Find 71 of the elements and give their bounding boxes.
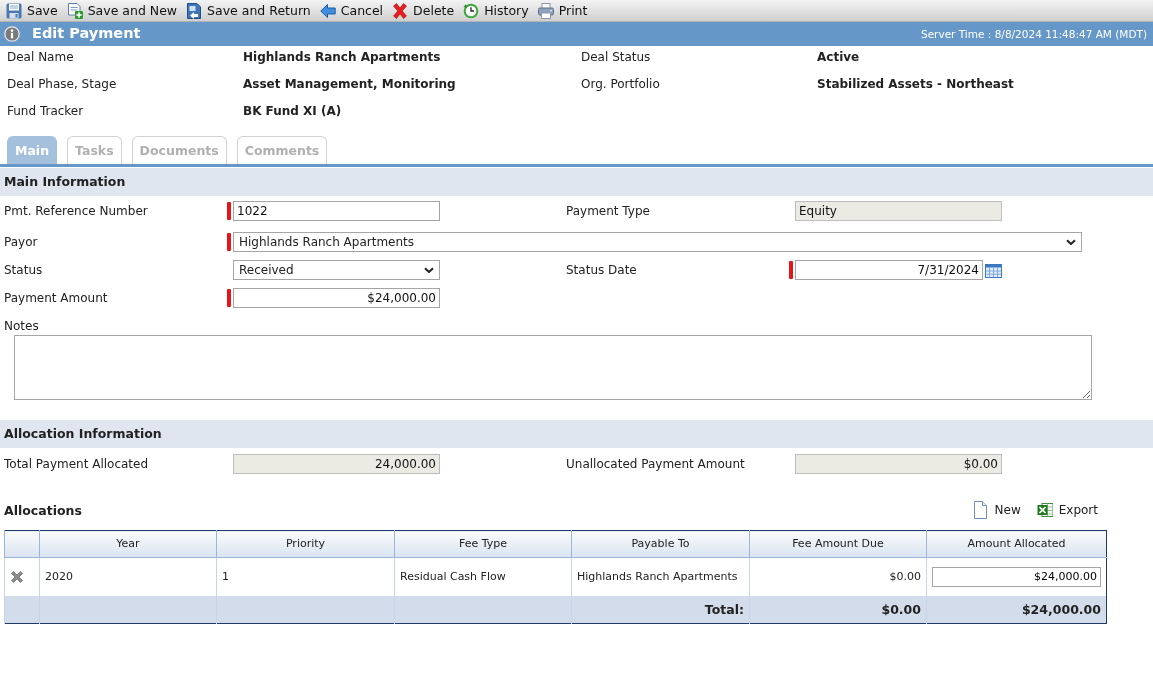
select-field[interactable]: Received [233, 260, 440, 280]
section-title: Allocations [4, 502, 82, 518]
column-header: Fee Type [394, 530, 572, 558]
notes-field[interactable] [14, 335, 1092, 400]
field-value: BK Fund XI (A) [243, 104, 343, 118]
toolbar-button[interactable]: Print [535, 0, 595, 21]
action-button[interactable]: New [969, 501, 1023, 519]
table-cell: Highlands Ranch Apartments [571, 557, 750, 596]
input-field[interactable]: $24,000.00 [233, 288, 440, 308]
table-cell: 1 [216, 557, 395, 596]
toolbar-button[interactable]: Save and Return [184, 0, 318, 21]
readonly-field: 24,000.00 [233, 454, 440, 474]
table-cell: 2020 [39, 557, 217, 596]
field-label: Status [4, 262, 44, 278]
field-label: Pmt. Reference Number [4, 203, 149, 219]
toolbar-button[interactable]: Delete [390, 0, 462, 21]
total-label: Total: [571, 595, 750, 624]
save-icon [6, 2, 22, 19]
chevron-down-icon [424, 267, 434, 273]
action-button[interactable]: Export [1034, 501, 1100, 519]
document-arrow-icon [186, 2, 203, 19]
input-field[interactable]: 7/31/2024 [795, 260, 983, 280]
section-header: Main Information [0, 168, 1153, 196]
page-title: Edit Payment [32, 25, 141, 43]
arrow-left-icon [319, 2, 336, 19]
toolbar-button[interactable]: History [461, 0, 536, 21]
field-label: Payment Amount [4, 290, 109, 306]
field-label: Payment Type [566, 203, 651, 219]
field-label: Deal Status [581, 50, 652, 64]
input-field[interactable]: 1022 [233, 201, 440, 221]
cross-icon [392, 2, 409, 19]
toolbar-button[interactable]: Save [4, 0, 65, 21]
column-header: Amount Allocated [926, 530, 1107, 558]
toolbar-button[interactable]: Save and New [64, 0, 185, 21]
column-header: Priority [216, 530, 395, 558]
field-label: Unallocated Payment Amount [566, 456, 746, 472]
column-header: Fee Amount Due [749, 530, 927, 558]
section-header: Allocation Information [0, 420, 1153, 448]
column-header: Payable To [571, 530, 750, 558]
document-plus-icon [66, 2, 83, 19]
toolbar-button[interactable]: Cancel [317, 0, 391, 21]
field-value: Asset Management, Monitoring [243, 77, 457, 91]
table-cell: $24,000.00 [926, 595, 1107, 624]
field-value: Highlands Ranch Apartments [243, 50, 442, 64]
printer-icon [537, 2, 554, 19]
field-label: Fund Tracker [7, 104, 85, 118]
select-field[interactable]: Highlands Ranch Apartments [233, 232, 1082, 252]
field-label: Org. Portfolio [581, 77, 661, 91]
readonly-field: Equity [795, 201, 1002, 221]
input-field[interactable]: $24,000.00 [932, 566, 1101, 587]
field-label: Deal Phase, Stage [7, 77, 118, 91]
field-label: Status Date [566, 262, 638, 278]
calendar-icon[interactable] [985, 262, 1002, 278]
delete-icon[interactable] [10, 569, 24, 584]
field-label: Payor [4, 234, 39, 250]
spreadsheet-icon [1036, 502, 1053, 518]
readonly-field: $0.00 [795, 454, 1002, 474]
chevron-down-icon [1066, 239, 1076, 245]
table-cell: $0.00 [749, 557, 927, 596]
field-label: Deal Name [7, 50, 75, 64]
info-icon [4, 26, 20, 42]
table-cell: $0.00 [749, 595, 927, 624]
document-icon [971, 501, 989, 519]
server-time: Server Time : 8/8/2024 11:48:47 AM (MDT) [921, 27, 1147, 41]
field-label: Notes [4, 318, 40, 333]
clock-icon [463, 2, 480, 19]
column-header: Year [39, 530, 217, 558]
field-label: Total Payment Allocated [4, 456, 150, 472]
table-cell: Residual Cash Flow [394, 557, 572, 596]
field-value: Active [817, 50, 861, 64]
field-value: Stabilized Assets - Northeast [817, 77, 1015, 91]
